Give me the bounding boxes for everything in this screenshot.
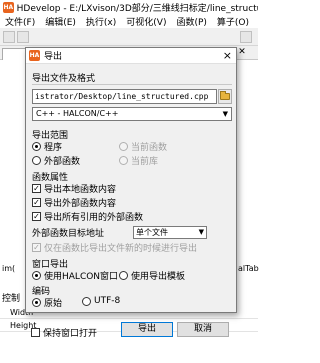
radio-dot — [119, 271, 128, 280]
use-export-template-radio[interactable]: 使用导出模板 — [119, 269, 185, 282]
radio-label: 原始 — [44, 299, 63, 309]
checkbox-box: ✓ — [32, 198, 41, 207]
export-referenced-procedures-checkbox[interactable]: ✓ 导出所有引用的外部函数 — [32, 210, 143, 223]
app-title: HDevelop - E:/LXvison/3D部分/三维线扫标定/line_s… — [16, 4, 258, 14]
bg-code-fragment-right: alTab — [238, 264, 259, 273]
checkbox-box: ✓ — [32, 243, 41, 252]
export-local-procedures-checkbox[interactable]: ✓ 导出本地函数内容 — [32, 182, 116, 195]
new-icon[interactable] — [3, 31, 15, 43]
scope-current-procedure-radio: 当前函数 — [119, 140, 167, 153]
radio-dot — [32, 156, 41, 165]
menu-operators[interactable]: 算子(O) — [212, 15, 254, 28]
divider — [32, 84, 232, 85]
only-if-newer-checkbox: ✓ 仅在函数比导出文件新的时候进行导出 — [32, 241, 197, 254]
open-icon[interactable] — [17, 31, 29, 43]
checkbox-label: 导出外部函数内容 — [44, 199, 117, 209]
halcon-logo-icon: HA — [3, 2, 14, 13]
toolbar-more-icon[interactable] — [240, 31, 252, 43]
toolbar — [0, 28, 258, 46]
radio-dot — [119, 142, 128, 151]
menu-edit[interactable]: 编辑(E) — [40, 15, 81, 28]
use-halcon-window-radio[interactable]: 使用HALCON窗口 — [32, 269, 118, 282]
menu-file[interactable]: 文件(F) — [0, 15, 40, 28]
menu-procedures[interactable]: 函数(P) — [171, 15, 211, 28]
control-variables-label: 控制 — [2, 294, 21, 304]
radio-label: 当前库 — [131, 157, 159, 167]
menu-visualize[interactable]: 可视化(V) — [121, 15, 171, 28]
folder-icon — [220, 91, 230, 100]
radio-dot — [32, 142, 41, 151]
radio-dot — [82, 296, 91, 306]
close-icon[interactable]: × — [223, 49, 232, 62]
radio-label: 使用HALCON窗口 — [44, 272, 119, 282]
checkbox-label: 仅在函数比导出文件新的时候进行导出 — [44, 244, 198, 254]
chevron-down-icon: ▼ — [222, 110, 228, 118]
checkbox-box — [31, 328, 40, 337]
browse-button[interactable] — [218, 89, 232, 104]
encoding-original-radio[interactable]: 原始 — [32, 296, 62, 309]
target-location-value: 单个文件 — [136, 228, 168, 237]
checkbox-box: ✓ — [32, 184, 41, 193]
export-external-procedures-checkbox[interactable]: ✓ 导出外部函数内容 — [32, 196, 116, 209]
export-path-value: istrator/Desktop/line_structured.cpp — [35, 92, 209, 101]
radio-dot — [119, 156, 128, 165]
radio-label: UTF-8 — [94, 296, 121, 306]
radio-label: 外部函数 — [44, 157, 81, 167]
radio-label: 使用导出模板 — [131, 272, 186, 282]
radio-label: 当前函数 — [131, 143, 168, 153]
app-titlebar: HA HDevelop - E:/LXvison/3D部分/三维线扫标定/lin… — [0, 0, 258, 15]
keep-window-open-checkbox[interactable]: 保持窗口打开 — [31, 326, 97, 339]
target-location-label: 外部函数目标地址 — [32, 229, 105, 239]
radio-dot — [32, 298, 41, 307]
scope-external-procedures-radio[interactable]: 外部函数 — [32, 154, 80, 167]
scope-program-radio[interactable]: 程序 — [32, 140, 62, 153]
chevron-down-icon: ▼ — [198, 228, 204, 236]
halcon-logo-icon: HA — [29, 50, 40, 61]
format-select[interactable]: C++ - HALCON/C++ ▼ — [32, 107, 232, 121]
export-button[interactable]: 导出 — [121, 322, 173, 337]
menu-execute[interactable]: 执行(x) — [81, 15, 121, 28]
radio-label: 程序 — [44, 143, 63, 153]
menubar: 文件(F) 编辑(E) 执行(x) 可视化(V) 函数(P) 算子(O) — [0, 15, 258, 28]
dialog-titlebar: HA 导出 × — [26, 48, 236, 64]
checkbox-box: ✓ — [32, 212, 41, 221]
dialog-title: 导出 — [44, 52, 63, 62]
checkbox-label: 保持窗口打开 — [43, 329, 98, 339]
file-section-label: 导出文件及格式 — [32, 74, 96, 84]
checkbox-label: 导出所有引用的外部函数 — [44, 213, 144, 223]
bg-code-fragment: im( — [2, 264, 16, 273]
close-tab-icon[interactable]: ✕ — [236, 47, 248, 59]
checkbox-label: 导出本地函数内容 — [44, 185, 117, 195]
cancel-button[interactable]: 取消 — [177, 322, 229, 337]
radio-dot — [32, 271, 41, 280]
format-select-value: C++ - HALCON/C++ — [36, 109, 119, 118]
export-dialog: HA 导出 × 导出文件及格式 istrator/Desktop/line_st… — [25, 47, 237, 313]
export-path-input[interactable]: istrator/Desktop/line_structured.cpp — [32, 89, 217, 104]
target-location-select[interactable]: 单个文件 ▼ — [133, 226, 207, 239]
encoding-utf8-radio[interactable]: UTF-8 — [82, 296, 120, 306]
scope-current-library-radio: 当前库 — [119, 154, 158, 167]
